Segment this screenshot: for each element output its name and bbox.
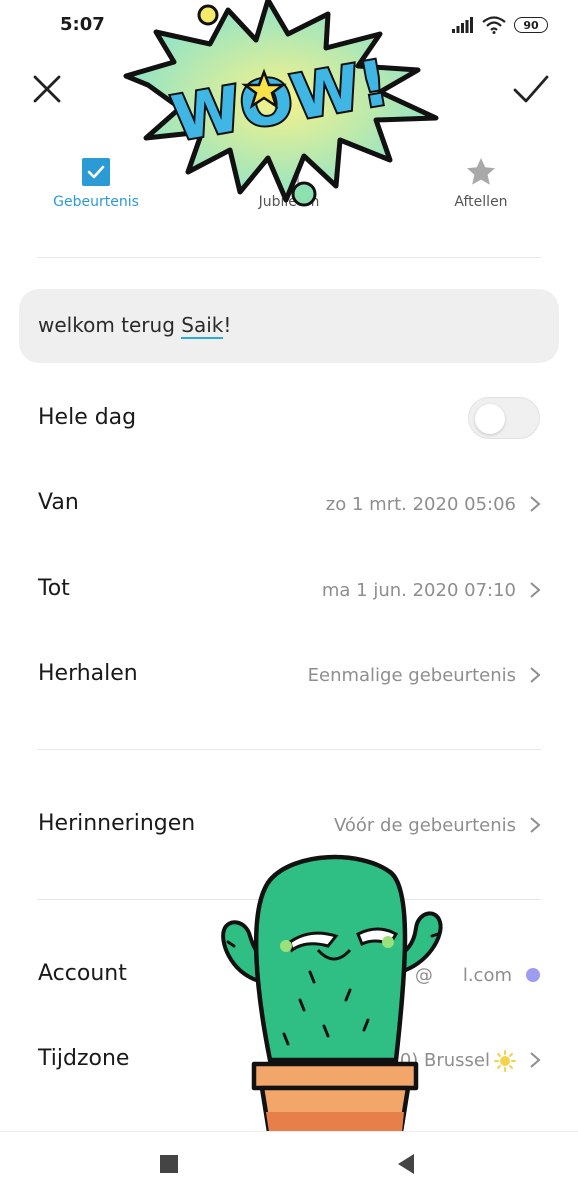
all-day-toggle[interactable]: [468, 397, 540, 439]
recent-apps-button[interactable]: [160, 1155, 178, 1173]
timezone-label: Tijdzone: [38, 1046, 130, 1071]
tab-event-label: Gebeurtenis: [53, 194, 139, 210]
save-button[interactable]: [512, 72, 550, 106]
tab-anniversary[interactable]: Jubileum: [229, 156, 349, 210]
close-icon: [33, 75, 61, 103]
divider: [37, 899, 541, 900]
account-value: @ l.com: [415, 965, 512, 986]
title-input-text[interactable]: welkom terug Saik!: [38, 313, 232, 339]
close-button[interactable]: [30, 72, 64, 106]
timezone-value: 0) Brussel: [399, 1050, 490, 1071]
all-day-label: Hele dag: [38, 405, 137, 430]
wow-text: WOW!: [167, 46, 394, 156]
from-value: zo 1 mrt. 2020 05:06: [325, 494, 516, 515]
wifi-icon: [482, 16, 506, 34]
checkbox-checked-icon: [82, 158, 110, 186]
tab-countdown[interactable]: Aftellen: [421, 156, 541, 210]
chevron-right-icon: [530, 817, 541, 833]
repeat-label: Herhalen: [38, 661, 138, 686]
navigation-bar: [0, 1131, 578, 1201]
chevron-right-icon: [530, 1052, 541, 1068]
sun-icon: [494, 1050, 516, 1072]
to-value: ma 1 jun. 2020 07:10: [321, 580, 516, 601]
title-text-start: welkom terug: [38, 313, 182, 337]
reminders-value: Vóór de gebeurtenis: [333, 815, 516, 836]
repeat-value: Eenmalige gebeurtenis: [307, 665, 516, 686]
toggle-knob: [475, 404, 505, 434]
chevron-right-icon: [530, 496, 541, 512]
status-icons: 90: [452, 14, 548, 36]
star-icon: [467, 158, 495, 185]
signal-icon: [452, 17, 473, 33]
account-color-dot: [526, 968, 540, 982]
tab-anniversary-label: Jubileum: [258, 194, 320, 210]
reminders-label: Herinneringen: [38, 811, 196, 836]
account-value-end: l.com: [462, 965, 512, 986]
tab-countdown-label: Aftellen: [454, 194, 508, 210]
from-label: Van: [38, 490, 79, 515]
account-value-start: @: [414, 965, 433, 986]
account-label: Account: [38, 961, 127, 986]
title-text-end: !: [223, 313, 232, 337]
chevron-right-icon: [530, 667, 541, 683]
status-time: 5:07: [60, 14, 105, 35]
tab-event[interactable]: Gebeurtenis: [36, 156, 156, 210]
divider: [37, 749, 541, 750]
checkmark-icon: [513, 75, 549, 103]
title-text-underlined: Saik: [181, 313, 224, 339]
flag-icon: [279, 159, 299, 184]
divider: [37, 257, 541, 258]
battery-icon: 90: [514, 17, 548, 33]
to-label: Tot: [38, 576, 70, 601]
chevron-right-icon: [530, 582, 541, 598]
back-button[interactable]: [398, 1154, 414, 1174]
